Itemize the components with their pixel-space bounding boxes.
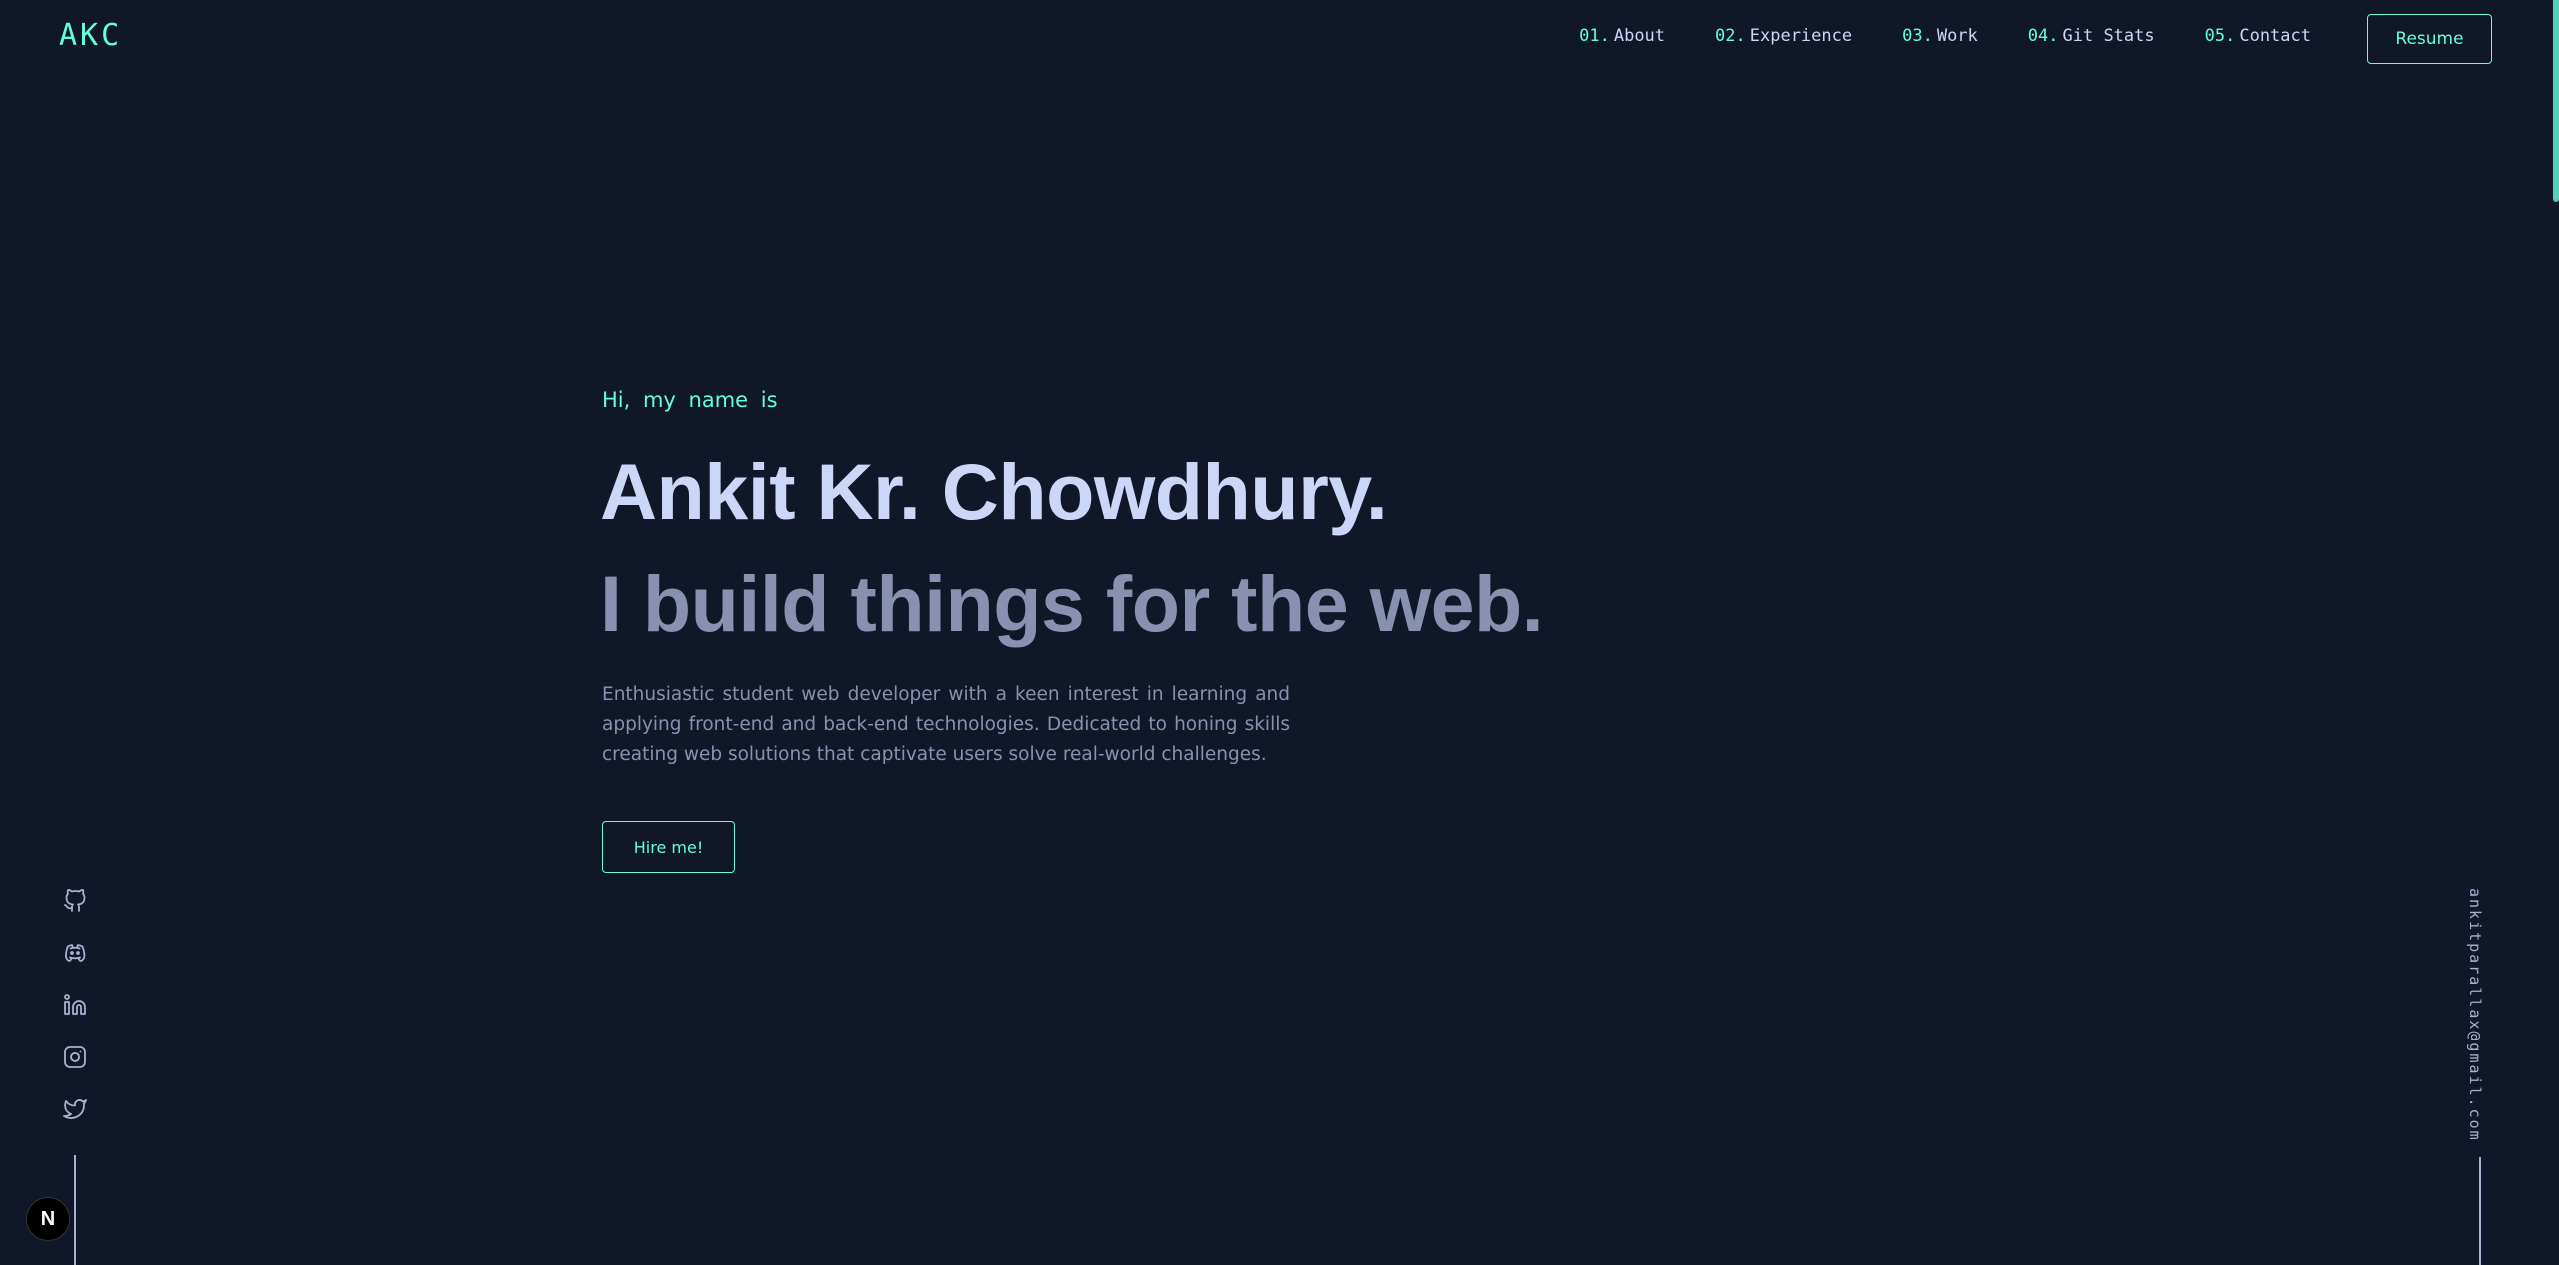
social-links: [62, 888, 88, 1122]
nav-label: About: [1613, 26, 1666, 46]
main-nav: 01. About 02. Experience 03. Work 04. Git St…: [1579, 26, 2311, 46]
resume-button[interactable]: Resume: [2367, 14, 2492, 64]
nav-number: 03.: [1902, 26, 1933, 46]
nav-label: Experience: [1749, 26, 1853, 46]
nav-item-work[interactable]: 03. Work: [1902, 26, 1978, 46]
nav-item-about[interactable]: 01. About: [1579, 26, 1665, 46]
instagram-icon: [64, 1046, 86, 1068]
nav-label: Contact: [2239, 26, 2311, 46]
discord-icon: [65, 944, 86, 962]
nav-label: Git Stats: [2062, 26, 2155, 46]
linkedin-link[interactable]: [62, 992, 88, 1018]
github-link[interactable]: [62, 888, 88, 914]
hero-greeting: Hi, my name is: [602, 388, 778, 412]
nav-label: Work: [1936, 26, 1978, 46]
site-logo[interactable]: AKC: [59, 18, 122, 53]
twitter-icon: [63, 1099, 87, 1119]
twitter-link[interactable]: [62, 1096, 88, 1122]
nav-item-contact[interactable]: 05. Contact: [2205, 26, 2311, 46]
email-link[interactable]: ankitparallax@gmail.com: [2466, 888, 2484, 1142]
hire-me-button[interactable]: Hire me!: [602, 821, 735, 873]
hero-bio: Enthusiastic student web developer with …: [602, 684, 1290, 765]
portfolio-page: AKC 01. About 02. Experience 03. Work 04. Gi…: [0, 0, 2559, 1265]
scrollbar[interactable]: [2553, 0, 2559, 1265]
nav-item-git-stats[interactable]: 04. Git Stats: [2028, 26, 2155, 46]
nav-item-experience[interactable]: 02. Experience: [1715, 26, 1852, 46]
nav-number: 02.: [1715, 26, 1746, 46]
linkedin-icon: [64, 994, 86, 1015]
email-divider-line: [2479, 1157, 2481, 1265]
nav-number: 05.: [2204, 26, 2236, 46]
hero-name: Ankit Kr. Chowdhury.: [600, 447, 1388, 536]
scrollbar-thumb[interactable]: [2553, 0, 2559, 202]
hero-section: Hi, my name is Ankit Kr. Chowdhury. I bu…: [600, 388, 1602, 873]
nav-number: 04.: [2027, 26, 2059, 46]
nav-number: 01.: [1579, 26, 1610, 46]
github-icon: [64, 889, 86, 912]
nextjs-dev-badge[interactable]: N: [26, 1197, 70, 1241]
hero-tagline: I build things for the web.: [600, 559, 1544, 648]
instagram-link[interactable]: [62, 1044, 88, 1070]
social-divider-line: [74, 1155, 76, 1265]
discord-link[interactable]: [62, 940, 88, 966]
